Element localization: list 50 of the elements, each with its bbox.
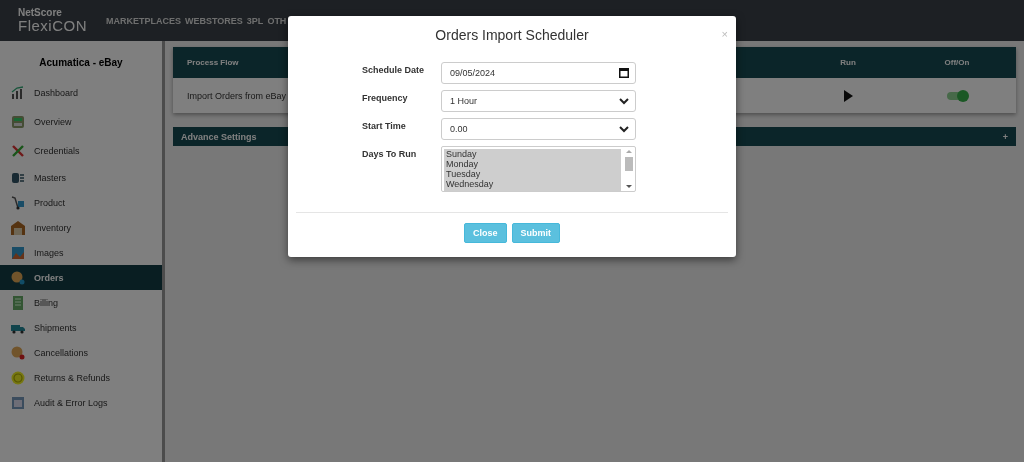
field-label: Days To Run bbox=[362, 148, 418, 161]
receipt-icon bbox=[10, 294, 26, 311]
sidebar-item[interactable]: Credentials bbox=[0, 136, 162, 165]
sidebar-item[interactable]: Images bbox=[0, 240, 162, 265]
date-field[interactable]: 09/05/2024 bbox=[441, 62, 636, 84]
sidebar-title: Acumatica - eBay bbox=[38, 56, 124, 70]
play-icon[interactable] bbox=[843, 89, 853, 102]
cookie-cancel-icon bbox=[10, 344, 26, 361]
field-label: Start Time bbox=[362, 120, 407, 133]
accordion-title: Advance Settings bbox=[181, 131, 257, 142]
tools-icon bbox=[10, 142, 26, 159]
sidebar-item[interactable]: Returns & Refunds bbox=[0, 365, 162, 390]
nav-link[interactable]: WEBSTORES bbox=[185, 15, 243, 26]
sidebar-item[interactable]: Inventory bbox=[0, 215, 162, 240]
sidebar-item[interactable]: Billing bbox=[0, 290, 162, 315]
sidebar-item[interactable]: Orders bbox=[0, 265, 162, 290]
scrollbar bbox=[623, 147, 635, 191]
sidebar-item[interactable]: Cancellations bbox=[0, 340, 162, 365]
hand-truck-icon bbox=[10, 194, 26, 211]
sidebar-item[interactable]: Product bbox=[0, 190, 162, 215]
logo[interactable]: NetScore FlexiCON bbox=[18, 8, 104, 33]
log-window-icon bbox=[10, 394, 26, 411]
calendar-icon bbox=[619, 68, 629, 78]
cookie-icon bbox=[10, 269, 26, 286]
chevron-down-icon bbox=[619, 125, 629, 133]
register-icon bbox=[10, 113, 26, 130]
chevron-down-icon bbox=[619, 97, 629, 105]
table-cell: Import Orders from eBay bbox=[187, 90, 287, 101]
coin-icon bbox=[10, 369, 26, 386]
warehouse-icon bbox=[10, 219, 26, 236]
toggle-switch[interactable] bbox=[947, 91, 967, 100]
sidebar-item[interactable]: Dashboard bbox=[0, 78, 162, 107]
sidebar-item[interactable]: Masters bbox=[0, 165, 162, 190]
field-label: Frequency bbox=[362, 92, 409, 105]
sidebar-item[interactable]: Shipments bbox=[0, 315, 162, 340]
expand-icon[interactable]: + bbox=[1002, 131, 1008, 142]
sidebar-item[interactable]: Overview bbox=[0, 107, 162, 136]
dropdown[interactable]: 1 Hour bbox=[441, 90, 636, 112]
column-header: Run bbox=[839, 58, 857, 67]
image-icon bbox=[10, 244, 26, 261]
dropdown[interactable]: 0.00 bbox=[441, 118, 636, 140]
dialog-title: Orders Import Scheduler bbox=[435, 27, 589, 43]
field-label: Schedule Date bbox=[362, 64, 426, 77]
column-header: Off/On bbox=[943, 58, 971, 67]
nav-link[interactable]: MARKETPLACES bbox=[106, 15, 181, 26]
sidebar-item[interactable]: Audit & Error Logs bbox=[0, 390, 162, 415]
nav-link[interactable]: 3PL bbox=[246, 15, 264, 26]
chart-icon bbox=[10, 84, 26, 101]
nav-link[interactable]: OTH bbox=[267, 15, 287, 26]
column-header: Process Flow bbox=[186, 58, 240, 67]
